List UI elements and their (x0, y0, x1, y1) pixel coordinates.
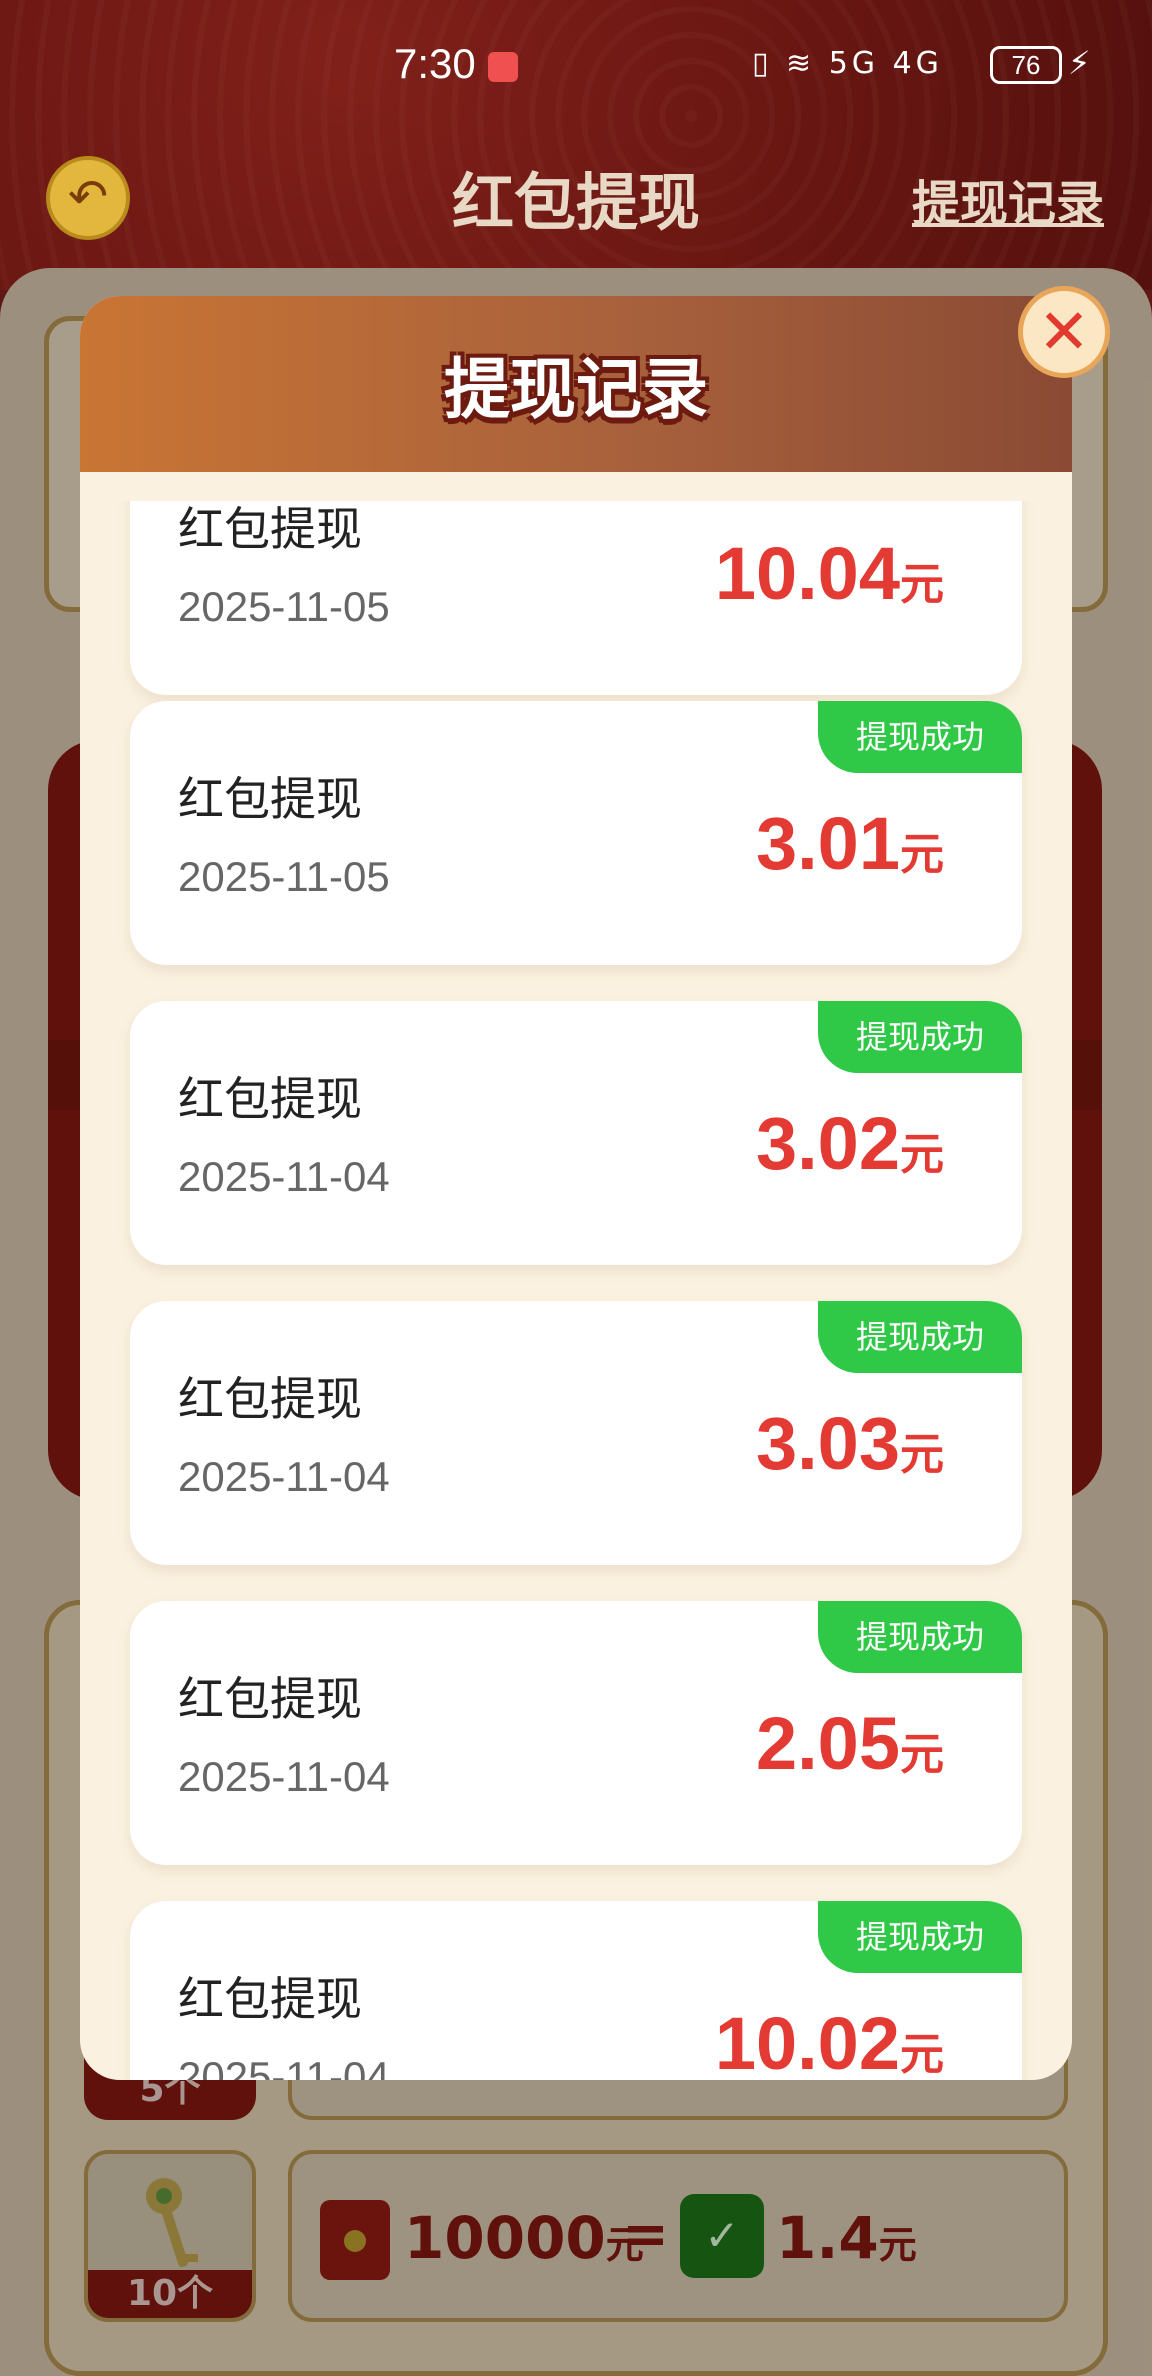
withdraw-records-modal: 提现记录 红包提现 2025-11-05 10.04元 提现成功 红包提现 20… (80, 296, 1072, 2080)
record-title: 红包提现 (178, 1372, 362, 1426)
record-amount-unit: 元 (900, 1729, 944, 1780)
record-amount-value: 3.01 (755, 802, 900, 885)
record-amount-value: 10.02 (714, 2002, 900, 2080)
signal-icons: ▯ ≋ 5G 4G (752, 46, 943, 81)
record-amount: 2.05元 (756, 1701, 944, 1786)
record-amount-unit: 元 (900, 829, 944, 880)
record-date: 2025-11-04 (178, 1453, 390, 1500)
record-amount: 10.02元 (715, 2001, 944, 2080)
notification-icon (488, 52, 518, 82)
record-date: 2025-11-05 (178, 853, 390, 900)
record-title: 红包提现 (178, 772, 362, 826)
status-time: 7:30 (394, 40, 476, 87)
withdraw-records-link[interactable]: 提现记录 (912, 164, 1104, 234)
record-amount-unit: 元 (900, 2029, 944, 2080)
record-title: 红包提现 (178, 502, 362, 556)
record-date: 2025-11-05 (178, 583, 390, 630)
record-title: 红包提现 (178, 1072, 362, 1126)
status-badge: 提现成功 (818, 1001, 1022, 1073)
status-badge: 提现成功 (818, 1301, 1022, 1373)
record-amount-value: 3.03 (755, 1402, 900, 1485)
record-title: 红包提现 (178, 1672, 362, 1726)
record-amount: 3.01元 (756, 801, 944, 886)
records-list[interactable]: 红包提现 2025-11-05 10.04元 提现成功 红包提现 2025-11… (80, 501, 1072, 2080)
record-amount-unit: 元 (900, 1429, 944, 1480)
modal-header: 提现记录 (80, 296, 1072, 472)
record-card: 提现成功 红包提现 2025-11-04 3.02元 (130, 1001, 1022, 1265)
record-date: 2025-11-04 (178, 2053, 390, 2080)
record-amount-value: 10.04 (714, 532, 900, 615)
status-badge: 提现成功 (818, 1901, 1022, 1973)
battery-icon: 76 (990, 46, 1062, 84)
record-date: 2025-11-04 (178, 1753, 390, 1800)
record-card: 提现成功 红包提现 2025-11-05 3.01元 (130, 701, 1022, 965)
status-badge: 提现成功 (818, 701, 1022, 773)
record-card: 提现成功 红包提现 2025-11-04 2.05元 (130, 1601, 1022, 1865)
record-title: 红包提现 (178, 1972, 362, 2026)
modal-title: 提现记录 (444, 351, 708, 428)
status-badge: 提现成功 (818, 1601, 1022, 1673)
record-card: 提现成功 红包提现 2025-11-04 10.02元 (130, 1901, 1022, 2080)
record-amount: 3.02元 (756, 1101, 944, 1186)
record-amount-unit: 元 (900, 1129, 944, 1180)
record-amount: 3.03元 (756, 1401, 944, 1486)
status-bar: 7:30 ▯ ≋ 5G 4G 76 ⚡ (0, 0, 1152, 130)
close-button[interactable]: ✕ (1018, 286, 1110, 378)
record-amount-value: 2.05 (755, 1702, 900, 1785)
record-amount-value: 3.02 (755, 1102, 900, 1185)
record-card: 红包提现 2025-11-05 10.04元 (130, 501, 1022, 695)
record-amount-unit: 元 (900, 559, 944, 610)
charging-icon: ⚡ (1068, 44, 1091, 82)
record-date: 2025-11-04 (178, 1153, 390, 1200)
record-amount: 10.04元 (715, 531, 944, 616)
record-card: 提现成功 红包提现 2025-11-04 3.03元 (130, 1301, 1022, 1565)
close-icon: ✕ (1038, 295, 1090, 368)
